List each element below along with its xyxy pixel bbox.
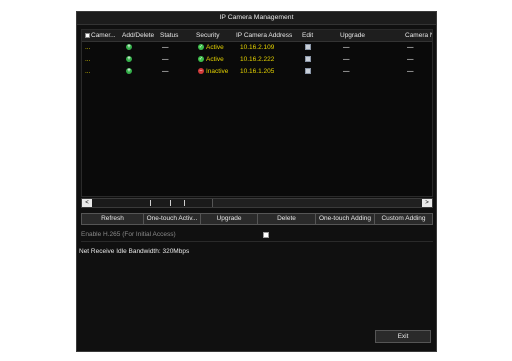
one-touch-adding-button[interactable]: One-touch Adding: [315, 213, 375, 225]
custom-adding-button[interactable]: Custom Adding: [374, 213, 433, 225]
status-cell: —: [162, 56, 169, 63]
status-cell: —: [162, 68, 169, 75]
add-circle-icon[interactable]: +: [126, 56, 132, 63]
column-header-add-delete: Add/Delete: [122, 32, 155, 39]
column-header-camera-name: Camera Na: [405, 32, 432, 39]
add-circle-icon[interactable]: +: [126, 68, 132, 75]
select-all-checkbox[interactable]: [85, 32, 90, 38]
status-cell: —: [162, 44, 169, 51]
upgrade-cell: —: [343, 44, 350, 51]
h265-checkbox[interactable]: [263, 232, 269, 238]
window-title: IP Camera Management: [77, 12, 436, 25]
add-delete-cell[interactable]: +: [126, 54, 132, 66]
column-header-status: Status: [160, 32, 179, 39]
h265-setting-row: Enable H.265 (For Initial Access): [81, 229, 433, 242]
add-delete-cell[interactable]: +: [126, 66, 132, 78]
camera-cell: ...: [85, 44, 91, 51]
refresh-button[interactable]: Refresh: [81, 213, 144, 225]
edit-cell[interactable]: [305, 54, 311, 66]
upgrade-cell: —: [343, 56, 350, 63]
ip-address-cell: 10.16.2.109: [240, 44, 275, 51]
scrollbar-grip: [170, 200, 171, 206]
camera-cell: ...: [85, 68, 91, 75]
exit-button[interactable]: Exit: [375, 330, 431, 343]
camera-cell: ...: [85, 56, 91, 63]
column-header-camera[interactable]: Camer...: [85, 30, 123, 41]
h265-label: Enable H.265 (For Initial Access): [81, 231, 176, 238]
scrollbar-grip: [184, 200, 185, 206]
column-header-upgrade: Upgrade: [340, 32, 365, 39]
one-touch-activate-button[interactable]: One-touch Activ...: [143, 213, 201, 225]
column-header-edit: Edit: [302, 32, 314, 39]
camera-name-cell: —: [407, 68, 414, 75]
add-circle-icon[interactable]: +: [126, 44, 132, 51]
scroll-right-arrow[interactable]: >: [422, 199, 432, 207]
table-header: Camer... Add/Delete Status Security IP C…: [82, 30, 432, 42]
security-cell[interactable]: ✓ Active: [198, 42, 224, 54]
table-row[interactable]: ... + — ✓ Active 10.16.2.109 — —: [82, 42, 432, 54]
red-minus-icon: –: [198, 68, 204, 75]
scroll-left-arrow[interactable]: <: [82, 199, 92, 207]
security-cell[interactable]: ✓ Active: [198, 54, 224, 66]
horizontal-scrollbar[interactable]: < >: [81, 198, 433, 208]
edit-cell[interactable]: [305, 66, 311, 78]
scrollbar-grip: [150, 200, 151, 206]
security-cell[interactable]: – Inactive: [198, 66, 228, 78]
add-delete-cell[interactable]: +: [126, 42, 132, 54]
delete-button[interactable]: Delete: [257, 213, 316, 225]
green-check-icon: ✓: [198, 44, 204, 51]
edit-icon[interactable]: [305, 56, 311, 63]
column-header-ip-address: IP Camera Address: [236, 32, 293, 39]
edit-cell[interactable]: [305, 42, 311, 54]
camera-name-cell: —: [407, 44, 414, 51]
green-check-icon: ✓: [198, 56, 204, 63]
camera-table: Camer... Add/Delete Status Security IP C…: [81, 29, 433, 197]
column-header-security: Security: [196, 32, 220, 39]
edit-icon[interactable]: [305, 68, 311, 75]
upgrade-cell: —: [343, 68, 350, 75]
upgrade-button[interactable]: Upgrade: [200, 213, 258, 225]
camera-name-cell: —: [407, 56, 414, 63]
table-row[interactable]: ... + — ✓ Active 10.16.2.222 — —: [82, 54, 432, 66]
ip-camera-management-window: IP Camera Management Camer... Add/Delete…: [76, 11, 437, 352]
bandwidth-info: Net Receive Idle Bandwidth: 320Mbps: [79, 248, 190, 255]
scrollbar-thumb[interactable]: [92, 199, 213, 207]
ip-address-cell: 10.16.1.205: [240, 68, 275, 75]
edit-icon[interactable]: [305, 44, 311, 51]
ip-address-cell: 10.16.2.222: [240, 56, 275, 63]
table-row[interactable]: ... + — – Inactive 10.16.1.205 — —: [82, 66, 432, 78]
